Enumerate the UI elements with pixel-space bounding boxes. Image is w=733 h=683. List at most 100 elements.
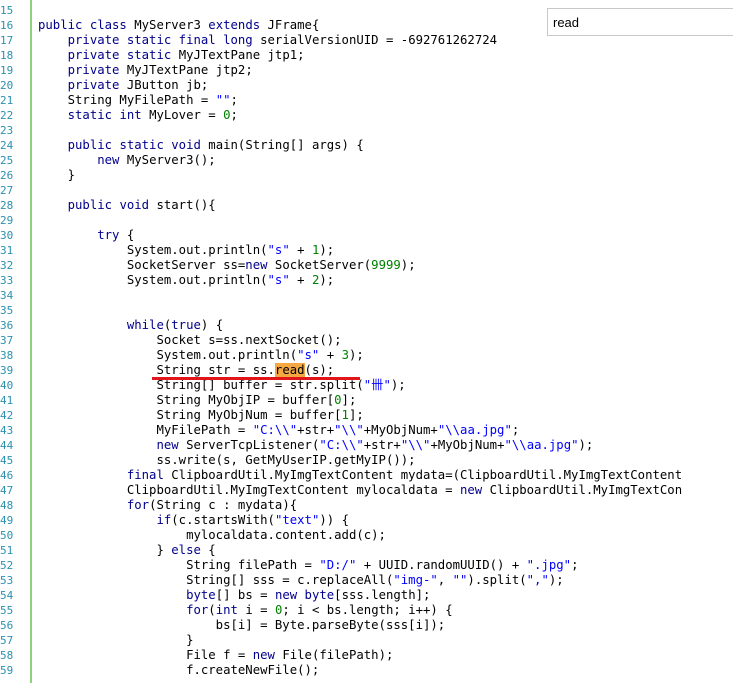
find-input[interactable] xyxy=(553,13,723,31)
code-line[interactable]: 26 } xyxy=(0,168,733,183)
code-line[interactable]: 21 String MyFilePath = ""; xyxy=(0,93,733,108)
code-token: String[] sss = c.replaceAll( xyxy=(38,573,394,587)
code-line[interactable]: 54 byte[] bs = new byte[sss.length]; xyxy=(0,588,733,603)
code-line[interactable]: 59 f.createNewFile(); xyxy=(0,663,733,678)
code-token: new xyxy=(252,648,283,662)
code-line[interactable]: 31 System.out.println("s" + 1); xyxy=(0,243,733,258)
code-line[interactable]: 37 Socket s=ss.nextSocket(); xyxy=(0,333,733,348)
code-line[interactable]: 47 ClipboardUtil.MyImgTextContent myloca… xyxy=(0,483,733,498)
code-line[interactable]: 32 SocketServer ss=new SocketServer(9999… xyxy=(0,258,733,273)
code-token: "\\" xyxy=(334,423,364,437)
code-line[interactable]: 18 private static MyJTextPane jtp1; xyxy=(0,48,733,63)
code-line[interactable]: 49 if(c.startsWith("text")) { xyxy=(0,513,733,528)
code-line[interactable]: 28 public void start(){ xyxy=(0,198,733,213)
code-line[interactable]: 41 String MyObjIP = buffer[0]; xyxy=(0,393,733,408)
line-number: 55 xyxy=(0,604,14,617)
code-line[interactable]: 50 mylocaldata.content.add(c); xyxy=(0,528,733,543)
line-number: 20 xyxy=(0,79,14,92)
code-token: while xyxy=(126,318,164,332)
code-token: "s" xyxy=(267,243,290,257)
line-number: 49 xyxy=(0,514,14,527)
code-token: (s); xyxy=(304,363,335,377)
line-number: 59 xyxy=(0,664,14,677)
code-line[interactable]: 19 private MyJTextPane jtp2; xyxy=(0,63,733,78)
code-line[interactable]: 39 String str = ss.read(s); xyxy=(0,363,733,378)
line-number: 28 xyxy=(0,199,14,212)
code-line[interactable]: 40 String[] buffer = str.split("卌"); xyxy=(0,378,733,393)
code-token: )) { xyxy=(319,513,349,527)
code-token: public void xyxy=(67,198,157,212)
find-box[interactable] xyxy=(547,8,733,36)
line-number: 34 xyxy=(0,289,14,302)
code-token: static int xyxy=(67,108,150,122)
code-line[interactable]: 27 xyxy=(0,183,733,198)
code-token: public static void xyxy=(67,138,209,152)
line-number: 19 xyxy=(0,64,14,77)
line-number: 17 xyxy=(0,34,14,47)
code-line[interactable]: 53 String[] sss = c.replaceAll("img-", "… xyxy=(0,573,733,588)
code-line[interactable]: 36 while(true) { xyxy=(0,318,733,333)
line-number: 32 xyxy=(0,259,14,272)
code-lines[interactable]: 15 16 public class MyServer3 extends JFram… xyxy=(0,3,733,678)
code-line[interactable]: 22 static int MyLover = 0; xyxy=(0,108,733,123)
line-number: 40 xyxy=(0,379,14,392)
code-line[interactable]: 34 xyxy=(0,288,733,303)
code-token: (String c : mydata){ xyxy=(149,498,298,512)
code-line[interactable]: 58 File f = new File(filePath); xyxy=(0,648,733,663)
line-number: 45 xyxy=(0,454,14,467)
code-line[interactable]: 52 String filePath = "D:/" + UUID.random… xyxy=(0,558,733,573)
line-number: 31 xyxy=(0,244,14,257)
code-token: "," xyxy=(526,573,549,587)
code-token: main(String[] args) { xyxy=(208,138,364,152)
code-line[interactable]: 57 } xyxy=(0,633,733,648)
code-text: String MyObjIP = buffer[0]; xyxy=(38,393,356,408)
code-line[interactable]: 51 } else { xyxy=(0,543,733,558)
code-line[interactable]: 56 bs[i] = Byte.parseByte(sss[i]); xyxy=(0,618,733,633)
code-line[interactable]: 43 MyFilePath = "C:\\"+str+"\\"+MyObjNum… xyxy=(0,423,733,438)
code-token: "" xyxy=(215,93,231,107)
code-token: "\\aa.jpg" xyxy=(437,423,512,437)
line-number: 37 xyxy=(0,334,14,347)
code-line[interactable]: 20 private JButton jb; xyxy=(0,78,733,93)
code-text: private JButton jb; xyxy=(38,78,209,93)
code-line[interactable]: 44 new ServerTcpListener("C:\\"+str+"\\"… xyxy=(0,438,733,453)
code-token: MyJTextPane jtp1; xyxy=(178,48,305,62)
code-token: ).split( xyxy=(467,573,527,587)
code-line[interactable]: 33 System.out.println("s" + 2); xyxy=(0,273,733,288)
code-line[interactable]: 55 for(int i = 0; i < bs.length; i++) { xyxy=(0,603,733,618)
code-token: ; i < bs.length; i++) { xyxy=(282,603,453,617)
code-line[interactable]: 42 String MyObjNum = buffer[1]; xyxy=(0,408,733,423)
search-match-highlight: read xyxy=(274,363,305,377)
code-text: } xyxy=(38,633,193,648)
code-line[interactable]: 46 final ClipboardUtil.MyImgTextContent … xyxy=(0,468,733,483)
line-number: 47 xyxy=(0,484,14,497)
code-token: String filePath = xyxy=(38,558,320,572)
code-text: Socket s=ss.nextSocket(); xyxy=(38,333,341,348)
code-line[interactable]: 30 try { xyxy=(0,228,733,243)
code-text: public class MyServer3 extends JFrame{ xyxy=(38,18,319,33)
code-line[interactable]: 29 xyxy=(0,213,733,228)
code-line[interactable]: 38 System.out.println("s" + 3); xyxy=(0,348,733,363)
code-token: private static final long xyxy=(67,33,261,47)
code-token: MyJTextPane jtp2; xyxy=(126,63,253,77)
code-line[interactable]: 45 ss.write(s, GetMyUserIP.getMyIP()); xyxy=(0,453,733,468)
code-editor[interactable]: 15 16 public class MyServer3 extends JFram… xyxy=(0,0,733,683)
line-number: 26 xyxy=(0,169,14,182)
code-line[interactable]: 48 for(String c : mydata){ xyxy=(0,498,733,513)
code-token: "\\aa.jpg" xyxy=(504,438,579,452)
code-line[interactable]: 35 xyxy=(0,303,733,318)
code-line[interactable]: 24 public static void main(String[] args… xyxy=(0,138,733,153)
code-token: } xyxy=(38,633,194,647)
line-number: 42 xyxy=(0,409,14,422)
code-line[interactable]: 23 xyxy=(0,123,733,138)
code-token: { xyxy=(126,228,135,242)
code-line[interactable]: 25 new MyServer3(); xyxy=(0,153,733,168)
